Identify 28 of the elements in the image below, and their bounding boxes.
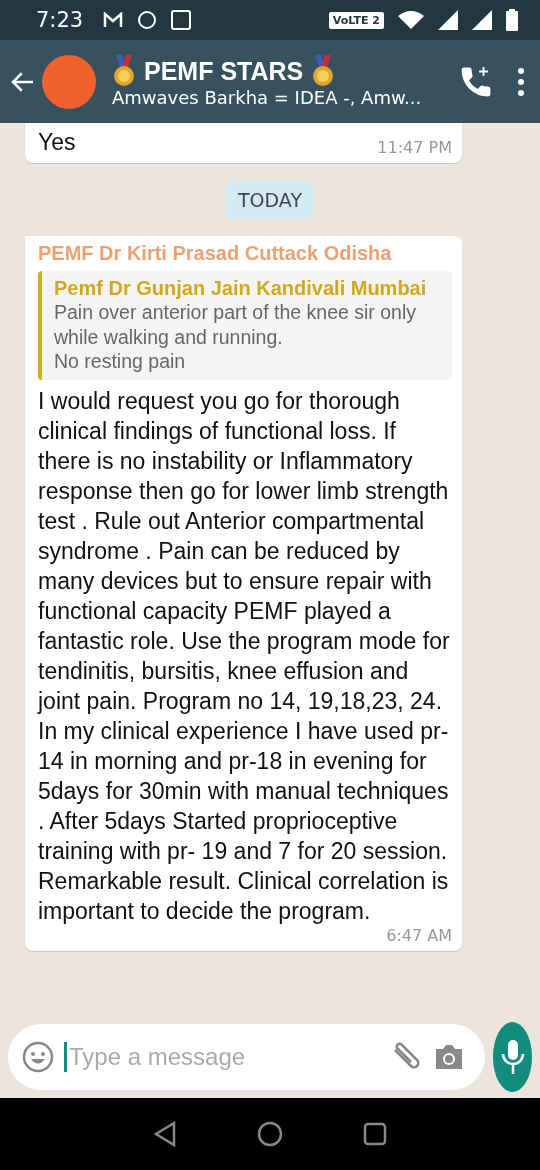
mail-icon: [103, 12, 124, 28]
signal-icon: [472, 10, 492, 30]
camera-icon[interactable]: [433, 1043, 465, 1071]
signal-icon: [438, 10, 458, 30]
more-options-button[interactable]: [516, 66, 526, 97]
date-label: TODAY: [226, 181, 314, 219]
emoji-icon[interactable]: [22, 1041, 54, 1073]
message-time: 11:47 PM: [377, 138, 452, 157]
medal-icon: [112, 55, 136, 87]
message-time: 6:47 AM: [386, 925, 452, 945]
wifi-icon: [398, 11, 424, 29]
message-text: Yes: [38, 128, 76, 157]
message-text: I would request you go for thorough clinical findings of functional loss. If there is no instability or Inflammatory response then go for lower limb strength test . Rule out Anterior compartmental syndrome . Pain can be reduced by many devices but to ensure repair with functional capacity PEMF played a fantastic role. Use the program mode for tendinitis, bursitis, knee effusion and joint pain. Program no 14, 19,18,23, 24. In my clinical experience I have used pr-14 in morning and pr-18 in evening for 5days for 30min with manual techniques . After 5days Started proprioceptive training with pr- 19 and 7 for 20 session. Remarkable result. Clinical correlation is important to decide the program.: [38, 386, 451, 926]
status-time: 7:23: [36, 8, 84, 32]
home-nav-icon[interactable]: [257, 1121, 283, 1147]
battery-icon: [506, 9, 518, 31]
quoted-message[interactable]: Pemf Dr Gunjan Jain Kandivali Mumbai Pain over anterior part of the knee sir only while walking and running. No resting pain: [38, 271, 452, 380]
network-badge: VoLTE 2: [328, 11, 384, 29]
message-field[interactable]: Type a message: [8, 1024, 485, 1090]
medal-icon: [311, 55, 336, 87]
group-members: Amwaves Barkha = IDEA -, Amw...: [112, 87, 423, 108]
recents-nav-icon[interactable]: [363, 1122, 387, 1146]
quote-author: Pemf Dr Gunjan Jain Kandivali Mumbai: [54, 277, 428, 300]
quote-text: Pain over anterior part of the knee sir only while walking and running. No resting pain: [54, 300, 418, 374]
sender-name: PEMF Dr Kirti Prasad Cuttack Odisha: [38, 242, 393, 265]
group-title[interactable]: PEMF STARS: [144, 56, 304, 86]
microphone-icon: [499, 1039, 526, 1075]
back-nav-icon[interactable]: [153, 1121, 177, 1147]
